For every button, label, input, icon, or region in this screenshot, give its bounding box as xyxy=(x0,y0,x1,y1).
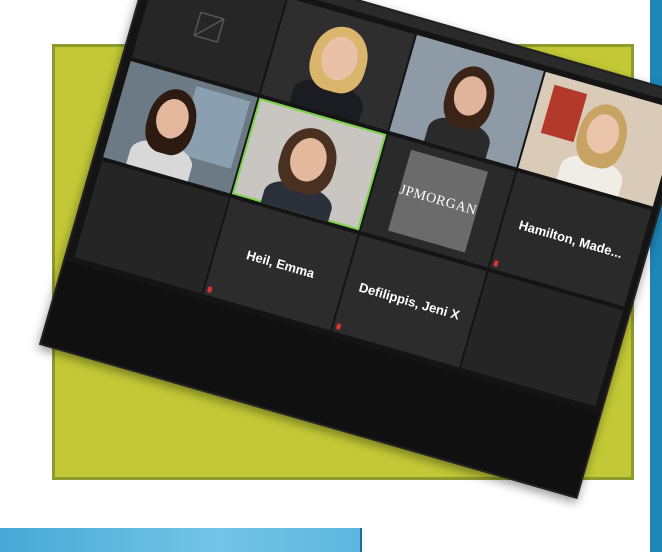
mic-muted-icon xyxy=(335,323,342,331)
mic-muted-icon xyxy=(207,286,213,294)
participant-name: Defilippis, Jeni X xyxy=(357,279,462,323)
bottom-banner-image xyxy=(0,528,362,552)
participant-name: Heil, Emma xyxy=(244,247,317,282)
mic-muted-icon xyxy=(493,260,499,267)
participant-name: Hamilton, Made... xyxy=(517,217,625,262)
camera-off-icon xyxy=(193,11,225,44)
